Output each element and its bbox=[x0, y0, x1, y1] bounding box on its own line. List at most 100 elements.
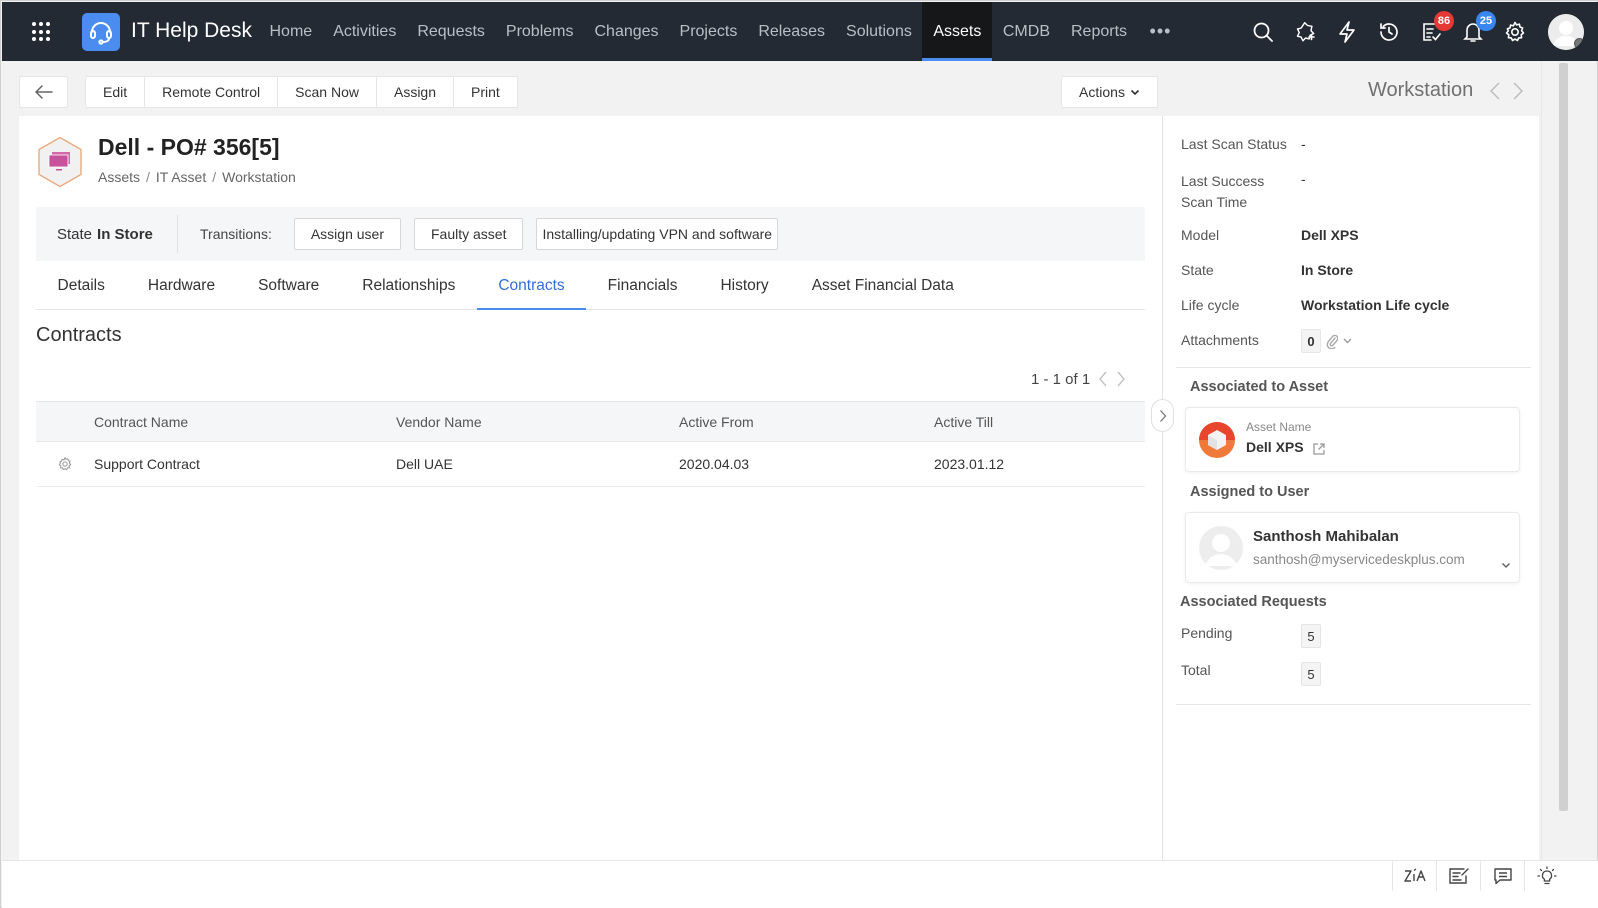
column-vendor-name[interactable]: Vendor Name bbox=[396, 414, 679, 430]
history-icon bbox=[1380, 22, 1398, 41]
nav-projects[interactable]: Projects bbox=[669, 2, 748, 61]
tips-button[interactable] bbox=[1524, 861, 1568, 891]
tab-asset-financial-data[interactable]: Asset Financial Data bbox=[790, 263, 975, 309]
assigned-user-card[interactable]: Santhosh Mahibalan santhosh@myservicedes… bbox=[1185, 512, 1520, 583]
nav-label: Releases bbox=[758, 22, 826, 40]
actions-dropdown[interactable]: Actions bbox=[1061, 76, 1158, 108]
chevron-left-icon bbox=[1489, 82, 1500, 100]
tab-details[interactable]: Details bbox=[36, 263, 126, 309]
divider bbox=[1176, 704, 1531, 705]
remote-control-button[interactable]: Remote Control bbox=[145, 77, 279, 107]
breadcrumb-assets[interactable]: Assets bbox=[98, 169, 140, 185]
prop-label-model: Model bbox=[1181, 227, 1220, 243]
nav-label: Assets bbox=[933, 22, 982, 40]
nav-releases[interactable]: Releases bbox=[748, 2, 836, 61]
settings-button[interactable] bbox=[1494, 2, 1536, 61]
workstation-hexagon-icon bbox=[38, 136, 82, 188]
nav-reports[interactable]: Reports bbox=[1060, 2, 1137, 61]
table-header: Contract Name Vendor Name Active From Ac… bbox=[36, 401, 1145, 442]
nav-requests[interactable]: Requests bbox=[407, 2, 496, 61]
notifications-button[interactable]: 25 bbox=[1452, 2, 1496, 61]
history-button[interactable] bbox=[1368, 2, 1410, 61]
gear-icon[interactable] bbox=[57, 456, 73, 472]
column-active-till[interactable]: Active Till bbox=[934, 414, 1145, 430]
quick-actions-button[interactable] bbox=[1326, 2, 1368, 61]
associated-asset-card[interactable]: Asset Name Dell XPS bbox=[1185, 407, 1520, 472]
nav-assets[interactable]: Assets bbox=[922, 2, 993, 61]
new-ticket-button[interactable] bbox=[1284, 2, 1326, 61]
contracts-section-title: Contracts bbox=[36, 324, 122, 346]
transition-installing-vpn-button[interactable]: Installing/updating VPN and software bbox=[536, 218, 779, 250]
previous-record-button[interactable] bbox=[1489, 81, 1503, 101]
collapse-panel-button[interactable] bbox=[1151, 399, 1174, 432]
tab-hardware[interactable]: Hardware bbox=[126, 263, 236, 309]
row-actions-cell[interactable] bbox=[36, 456, 94, 472]
assign-button[interactable]: Assign bbox=[377, 77, 455, 107]
next-record-button[interactable] bbox=[1512, 81, 1526, 101]
chevron-down-icon[interactable] bbox=[1501, 562, 1511, 569]
cell-vendor-name: Dell UAE bbox=[396, 456, 453, 472]
assigned-user-email: santhosh@myservicedeskplus.com bbox=[1253, 552, 1465, 567]
external-link-icon[interactable] bbox=[1312, 442, 1326, 456]
asset-cube-icon bbox=[1199, 422, 1235, 458]
nav-label: Activities bbox=[333, 22, 397, 40]
asset-name-label: Asset Name bbox=[1246, 420, 1312, 434]
actions-label: Actions bbox=[1079, 84, 1125, 100]
assigned-user-heading: Assigned to User bbox=[1190, 484, 1310, 500]
tab-history[interactable]: History bbox=[699, 263, 790, 309]
breadcrumb-it-asset[interactable]: IT Asset bbox=[156, 169, 206, 185]
edit-button[interactable]: Edit bbox=[86, 77, 146, 107]
back-button[interactable] bbox=[19, 76, 68, 108]
nav-home[interactable]: Home bbox=[259, 2, 323, 61]
column-active-from[interactable]: Active From bbox=[679, 414, 934, 430]
app-launcher-icon[interactable] bbox=[32, 22, 52, 42]
cell-contract-name[interactable]: Support Contract bbox=[94, 456, 396, 472]
divider bbox=[1176, 367, 1531, 368]
table-row[interactable]: Support Contract Dell UAE 2020.04.03 202… bbox=[36, 442, 1145, 487]
tab-contracts[interactable]: Contracts bbox=[476, 263, 587, 310]
lightning-icon bbox=[1339, 20, 1355, 43]
attachments-control[interactable]: 0 bbox=[1301, 329, 1352, 353]
headset-logo-icon[interactable] bbox=[82, 13, 120, 51]
prop-value-model: Dell XPS bbox=[1301, 227, 1359, 243]
prop-label-state: State bbox=[1181, 262, 1214, 278]
transition-faulty-asset-button[interactable]: Faulty asset bbox=[414, 218, 524, 250]
scan-now-button[interactable]: Scan Now bbox=[278, 77, 377, 107]
breadcrumb-workstation[interactable]: Workstation bbox=[222, 169, 296, 185]
chat-button[interactable] bbox=[1480, 861, 1524, 891]
prop-label-attachments: Attachments bbox=[1181, 332, 1259, 348]
total-requests-count[interactable]: 5 bbox=[1301, 662, 1321, 686]
nav-label: Reports bbox=[1070, 22, 1128, 40]
notes-button[interactable] bbox=[1436, 861, 1480, 891]
search-button[interactable] bbox=[1242, 2, 1284, 61]
nav-label: Problems bbox=[505, 22, 574, 40]
approvals-button[interactable]: 86 bbox=[1410, 2, 1454, 61]
cell-active-from: 2020.04.03 bbox=[679, 456, 750, 472]
user-avatar[interactable] bbox=[1548, 13, 1584, 50]
nav-changes[interactable]: Changes bbox=[584, 2, 669, 61]
tab-relationships[interactable]: Relationships bbox=[341, 263, 477, 309]
header-actions: 86 25 bbox=[1242, 2, 1598, 61]
app-title: IT Help Desk bbox=[131, 19, 252, 42]
column-contract-name[interactable]: Contract Name bbox=[94, 414, 396, 430]
tab-financials[interactable]: Financials bbox=[586, 263, 699, 309]
print-button[interactable]: Print bbox=[454, 77, 517, 107]
nav-label: Solutions bbox=[846, 22, 912, 40]
assigned-user-name[interactable]: Santhosh Mahibalan bbox=[1253, 528, 1399, 545]
previous-page-icon[interactable] bbox=[1098, 370, 1108, 388]
nav-more-button[interactable]: ••• bbox=[1138, 2, 1184, 61]
pending-requests-count[interactable]: 5 bbox=[1301, 624, 1321, 648]
nav-problems[interactable]: Problems bbox=[495, 2, 584, 61]
nav-activities[interactable]: Activities bbox=[323, 2, 407, 61]
notifications-badge: 25 bbox=[1476, 11, 1496, 31]
transition-assign-user-button[interactable]: Assign user bbox=[293, 218, 401, 250]
scrollbar-thumb[interactable] bbox=[1559, 63, 1568, 811]
tab-software[interactable]: Software bbox=[237, 263, 341, 309]
prop-label-last-scan-status: Last Scan Status bbox=[1181, 136, 1287, 152]
prop-value-life-cycle[interactable]: Workstation Life cycle bbox=[1301, 297, 1449, 313]
nav-solutions[interactable]: Solutions bbox=[836, 2, 923, 61]
associated-asset-name[interactable]: Dell XPS bbox=[1246, 439, 1304, 455]
zia-button[interactable] bbox=[1392, 861, 1436, 891]
nav-cmdb[interactable]: CMDB bbox=[992, 2, 1060, 61]
next-page-icon[interactable] bbox=[1116, 370, 1126, 388]
